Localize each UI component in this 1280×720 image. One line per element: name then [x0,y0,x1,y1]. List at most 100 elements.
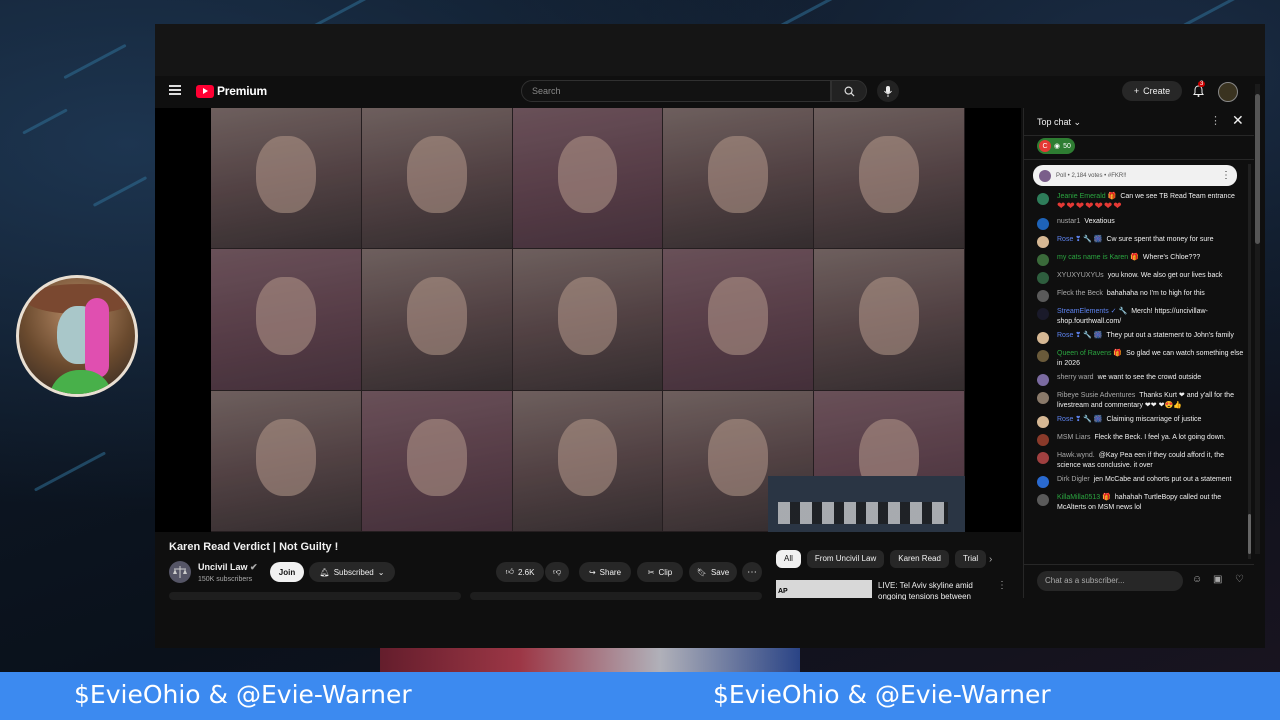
chat-author-avatar[interactable] [1037,392,1049,404]
heart-icon[interactable]: ♡ [1235,574,1244,585]
dislike-button[interactable]: 👎︎ [545,562,569,582]
verified-icon: ✔ [250,562,258,572]
super-chat-icon[interactable]: ▣ [1213,574,1222,585]
chat-author-avatar[interactable] [1037,193,1049,205]
chat-author-name[interactable]: my cats name is Karen 🎁 [1057,254,1139,261]
chat-author-name[interactable]: StreamElements ✓ 🔧 [1057,308,1127,315]
chat-author-name[interactable]: Dirk Digler [1057,476,1090,483]
chat-author-name[interactable]: Hawk.wynd. [1057,452,1095,459]
chat-author-name[interactable]: Ribeye Susie Adventures [1057,392,1135,399]
banner-text-right: $EvieOhio & @Evie-Warner [713,680,1051,709]
chat-author-name[interactable]: Fleck the Beck [1057,290,1103,297]
chat-author-avatar[interactable] [1037,332,1049,344]
save-button[interactable]: 🔖︎ Save [689,562,737,582]
more-icon[interactable]: ⋮ [997,580,1007,591]
share-icon: ↪ [588,567,596,577]
chat-author-name[interactable]: KillaMilla0513 🎁 [1057,494,1111,501]
clip-button[interactable]: ✂ Clip [637,562,683,582]
chat-author-avatar[interactable] [1037,452,1049,464]
chat-author-avatar[interactable] [1037,308,1049,320]
chat-author-name[interactable]: Jeanie Emerald 🎁 [1057,193,1116,200]
chat-scrollbar[interactable] [1248,164,1251,559]
create-button[interactable]: + Create [1122,81,1182,101]
chat-message-text: Fleck the Beck. I feel ya. A lot going d… [1094,434,1226,441]
chat-author-name[interactable]: nustar1 [1057,218,1080,225]
chat-author-avatar[interactable] [1037,494,1049,506]
chat-author-avatar[interactable] [1037,290,1049,302]
chat-author-name[interactable]: Queen of Ravens 🎁 [1057,350,1122,357]
more-icon[interactable]: ⋮ [1210,114,1221,127]
channel-avatar[interactable] [169,561,191,583]
chat-author-avatar[interactable] [1037,236,1049,248]
share-button[interactable]: ↪ Share [579,562,631,582]
chat-message-text: bahahaha no I'm to high for this [1106,290,1205,297]
subscribed-label: Subscribed [333,567,374,577]
chat-author-avatar[interactable] [1037,254,1049,266]
chip-all[interactable]: All [776,550,801,568]
chevron-down-icon: ⌄ [377,567,385,577]
filter-chips: All From Uncivil Law Karen Read Trial [776,550,987,568]
chat-author-avatar[interactable] [1037,272,1049,284]
chat-message: Jeanie Emerald 🎁 Can we see TB Read Team … [1037,192,1245,212]
share-label: Share [599,567,622,577]
emoji-icon[interactable]: ☺ [1192,574,1202,585]
chat-author-name[interactable]: Rose ❣ 🔧 🎆 [1057,236,1102,243]
brand-label: Premium [217,84,267,98]
chat-author-avatar[interactable] [1037,350,1049,362]
chat-author-name[interactable]: XYUXYUXYUs [1057,272,1104,279]
chat-author-avatar[interactable] [1037,218,1049,230]
chat-message-body: my cats name is Karen 🎁 Where's Chloe??? [1057,253,1245,266]
description-placeholder [169,592,461,600]
chat-input[interactable]: Chat as a subscriber... [1037,571,1183,591]
chip-trial[interactable]: Trial [954,550,987,568]
search-button[interactable] [831,80,867,102]
poll-banner[interactable]: Poll • 2,184 votes • #FKR!! ⋮ [1033,165,1237,186]
chip-karen-read[interactable]: Karen Read [890,550,949,568]
youtube-logo[interactable]: Premium [196,84,267,98]
voice-search-button[interactable] [877,80,899,102]
close-icon[interactable]: ✕ [1232,112,1244,129]
channel-points-badge[interactable]: C ◉ 50 [1037,138,1075,154]
chat-message-text: Where's Chloe??? [1142,254,1201,261]
channel-name[interactable]: Uncivil Law ✔ [198,562,258,573]
chip-from-channel[interactable]: From Uncivil Law [806,550,885,568]
chat-message-text: Can we see TB Read Team entrance [1120,193,1235,200]
chat-author-name[interactable]: sherry ward [1057,374,1094,381]
chevron-down-icon: ⌄ [1073,117,1082,127]
chat-message-text: we want to see the crowd outside [1097,374,1202,381]
more-icon[interactable]: ⋮ [1221,170,1231,181]
coin-icon: ◉ [1054,143,1061,150]
account-avatar[interactable] [1218,82,1238,102]
chat-author-name[interactable]: Rose ❣ 🔧 🎆 [1057,416,1102,423]
chat-author-name[interactable]: Rose ❣ 🔧 🎆 [1057,332,1102,339]
chat-author-avatar[interactable] [1037,416,1049,428]
more-actions-button[interactable]: ⋯ [742,562,762,582]
join-button[interactable]: Join [270,562,304,582]
chat-message-body: Jeanie Emerald 🎁 Can we see TB Read Team … [1057,192,1245,212]
chat-author-avatar[interactable] [1037,434,1049,446]
chat-message-text: you know. We also get our lives back [1107,272,1223,279]
subscribed-button[interactable]: 🔔︎ Subscribed ⌄ [309,562,395,582]
thumbs-up-icon: 👍︎ [505,567,514,576]
chat-author-avatar[interactable] [1037,476,1049,488]
chat-message: MSM Liars Fleck the Beck. I feel ya. A lo… [1037,433,1245,446]
chevron-right-icon[interactable]: › [989,554,992,565]
page-scrollbar[interactable] [1255,84,1260,554]
recommendation-thumbnail[interactable]: AP [776,580,872,598]
inset-video [768,476,965,532]
search-input[interactable]: Search [521,80,831,102]
chat-message: Ribeye Susie Adventures Thanks Kurt ❤ and… [1037,391,1245,410]
chat-message: nustar1 Vexatious [1037,217,1245,230]
menu-icon[interactable] [169,85,181,95]
chat-message-body: Rose ❣ 🔧 🎆 They put out a statement to Jo… [1057,331,1245,344]
chat-mode-selector[interactable]: Top chat ⌄ [1037,117,1081,128]
chat-message-text: Claiming miscarriage of justice [1106,416,1202,423]
chat-author-avatar[interactable] [1037,374,1049,386]
chat-mode-label: Top chat [1037,117,1072,127]
video-player[interactable] [155,108,1021,532]
recommendation-title[interactable]: LIVE: Tel Aviv skyline amid ongoing tens… [878,580,982,600]
like-button[interactable]: 👍︎ 2.6K [496,562,544,582]
chat-message: XYUXYUXYUs you know. We also get our live… [1037,271,1245,284]
chat-author-name[interactable]: MSM Liars [1057,434,1090,441]
chat-header: Top chat ⌄ ⋮ ✕ [1024,108,1254,136]
